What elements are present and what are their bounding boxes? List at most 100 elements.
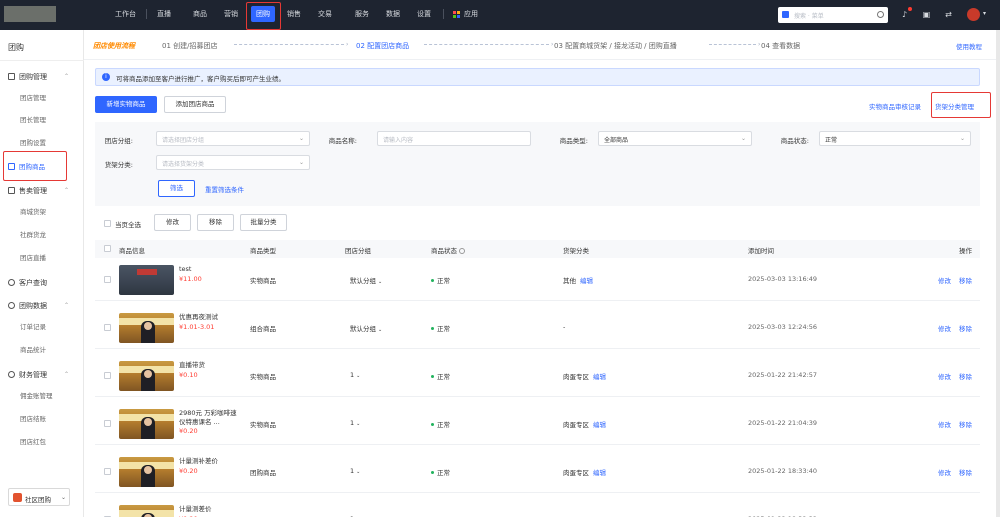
nav-goods[interactable]: 商品 [193, 9, 207, 19]
product-thumbnail[interactable] [119, 505, 174, 517]
group-select[interactable]: 默认分组 ⌄ [350, 323, 382, 333]
bulk-remove-button[interactable]: 移除 [197, 214, 234, 231]
sidebar-group-group-manage[interactable]: 团购管理 [8, 72, 47, 82]
chevron-up-icon[interactable]: ⌃ [64, 187, 69, 194]
chevron-down-icon: ⌄ [298, 159, 304, 166]
chevron-up-icon[interactable]: ⌃ [64, 371, 69, 378]
shelf-category-select[interactable]: 请选择货架分类 ⌄ [156, 155, 310, 170]
help-link[interactable]: 使用教程 [956, 41, 982, 51]
product-thumbnail[interactable] [119, 409, 174, 439]
audit-record-link[interactable]: 实物商品审核记录 [869, 101, 921, 111]
product-name[interactable]: test [179, 265, 243, 274]
nav-workbench[interactable]: 工作台 [115, 9, 136, 19]
product-thumbnail[interactable] [119, 457, 174, 487]
edit-link[interactable]: 修改 [938, 371, 951, 381]
search-icon[interactable] [877, 11, 884, 18]
product-name[interactable]: 直播带货 [179, 361, 243, 370]
sidebar-item-community[interactable]: 社群货龙 [20, 229, 46, 239]
sidebar-item-stats[interactable]: 商品统计 [20, 344, 46, 354]
goods-type-select[interactable]: 全部商品 ⌄ [598, 131, 752, 146]
group-value: 默认分组 [350, 277, 376, 285]
edit-link[interactable]: 修改 [938, 419, 951, 429]
bell-icon[interactable]: ♪ [900, 10, 909, 19]
product-name[interactable]: 2980元 万彩咖啡速仪特惠课名 ... [179, 409, 243, 427]
calendar-icon[interactable]: ▣ [922, 10, 931, 19]
chevron-down-icon[interactable]: ▾ [983, 10, 986, 17]
product-name[interactable]: 优惠再夜测试 [179, 313, 243, 322]
nav-apps[interactable]: 应用 [464, 9, 478, 19]
nav-service[interactable]: 服务 [355, 9, 369, 19]
nav-trade[interactable]: 交易 [318, 9, 332, 19]
nav-marketing[interactable]: 营销 [224, 9, 238, 19]
nav-group-buy[interactable]: 团购 [251, 6, 275, 22]
row-checkbox[interactable] [104, 420, 111, 427]
switch-icon[interactable]: ⇄ [944, 10, 953, 19]
shelf-edit-link[interactable]: 编辑 [593, 421, 606, 429]
sidebar-group-data[interactable]: 团购数据 [8, 301, 47, 311]
row-checkbox[interactable] [104, 324, 111, 331]
info-icon[interactable] [459, 248, 465, 254]
goods-status-select[interactable]: 正常 ⌄ [819, 131, 971, 146]
remove-link[interactable]: 移除 [959, 275, 972, 285]
remove-link[interactable]: 移除 [959, 419, 972, 429]
reset-filter-link[interactable]: 重置筛选条件 [205, 184, 244, 194]
sidebar-item-redpacket[interactable]: 团店红包 [20, 436, 46, 446]
shelf-edit-link[interactable]: 编辑 [580, 277, 593, 285]
edit-link[interactable]: 修改 [938, 323, 951, 333]
row-checkbox[interactable] [104, 468, 111, 475]
product-name[interactable]: 计量测差价 [179, 505, 243, 514]
sidebar-item-leader[interactable]: 团长管理 [20, 114, 46, 124]
sidebar-item-settle[interactable]: 团店结账 [20, 413, 46, 423]
chevron-up-icon[interactable]: ⌃ [64, 302, 69, 309]
add-physical-goods-button[interactable]: 新增实物商品 [95, 96, 157, 113]
chevron-up-icon[interactable]: ⌃ [64, 73, 69, 80]
sidebar-item-group-goods[interactable]: 团购商品 [8, 161, 45, 171]
goods-icon [8, 163, 15, 170]
sidebar-item-orders[interactable]: 订单记录 [20, 321, 46, 331]
remove-link[interactable]: 移除 [959, 371, 972, 381]
edit-link[interactable]: 修改 [938, 467, 951, 477]
select-all-checkbox[interactable] [104, 220, 111, 227]
nav-data[interactable]: 数据 [386, 9, 400, 19]
group-select[interactable]: 1⌄ [350, 467, 360, 475]
row-checkbox[interactable] [104, 372, 111, 379]
sidebar-item-commission[interactable]: 佣金账管理 [20, 390, 53, 400]
scrollbar[interactable] [996, 30, 1000, 517]
product-thumbnail[interactable] [119, 313, 174, 343]
group-select[interactable]: 1⌄ [350, 419, 360, 427]
sidebar-item-settings[interactable]: 团购设置 [20, 137, 46, 147]
group-select[interactable]: 默认分组 ⌄ [350, 275, 382, 285]
nav-live[interactable]: 直播 [157, 9, 171, 19]
bulk-category-button[interactable]: 批量分类 [240, 214, 287, 231]
bulk-edit-button[interactable]: 修改 [154, 214, 191, 231]
sidebar-group-finance[interactable]: 财务管理 [8, 370, 47, 380]
sidebar-item-store[interactable]: 团店管理 [20, 92, 46, 102]
product-thumbnail[interactable] [119, 361, 174, 391]
sidebar-group-customer[interactable]: 客户查询 [8, 278, 47, 288]
logo[interactable] [4, 6, 56, 22]
sidebar-item-shelf[interactable]: 商城货架 [20, 206, 46, 216]
sidebar-item-live[interactable]: 团店直播 [20, 252, 46, 262]
shelf-category-link[interactable]: 货架分类管理 [935, 101, 974, 111]
goods-name-input[interactable]: 请输入内容 [377, 131, 531, 146]
filter-button[interactable]: 筛选 [158, 180, 195, 197]
header-checkbox[interactable] [104, 245, 111, 252]
sidebar-group-sales[interactable]: 售卖管理 [8, 186, 47, 196]
product-name[interactable]: 计量测补差价 [179, 457, 243, 466]
product-thumbnail[interactable] [119, 265, 174, 295]
search-input[interactable]: 搜索 · 菜单 [778, 7, 888, 23]
edit-link[interactable]: 修改 [938, 275, 951, 285]
store-switcher[interactable]: 社区团购 ⌄ [8, 488, 70, 506]
avatar[interactable] [967, 8, 980, 21]
remove-link[interactable]: 移除 [959, 467, 972, 477]
remove-link[interactable]: 移除 [959, 323, 972, 333]
apps-grid-icon[interactable] [453, 11, 460, 18]
shelf-edit-link[interactable]: 编辑 [593, 469, 606, 477]
nav-sales[interactable]: 销售 [287, 9, 301, 19]
group-select[interactable]: 1⌄ [350, 371, 360, 379]
add-group-goods-button[interactable]: 添加团店商品 [164, 96, 226, 113]
shelf-edit-link[interactable]: 编辑 [593, 373, 606, 381]
nav-settings[interactable]: 设置 [417, 9, 431, 19]
row-checkbox[interactable] [104, 276, 111, 283]
store-group-select[interactable]: 请选择团店分组 ⌄ [156, 131, 310, 146]
